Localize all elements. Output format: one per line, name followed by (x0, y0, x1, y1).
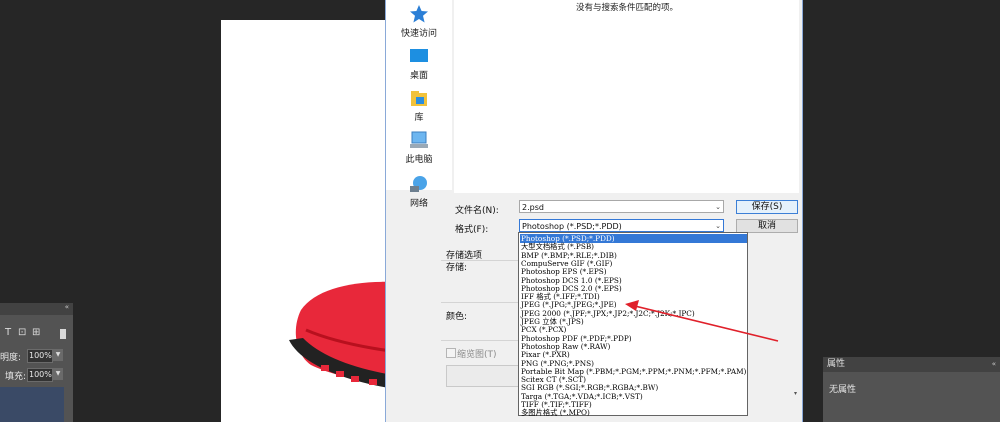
file-list[interactable]: 没有与搜索条件匹配的项。 (454, 0, 799, 193)
place-library[interactable]: 库 (386, 88, 452, 123)
properties-tab-label: 属性 (827, 359, 846, 369)
filename-value: 2.psd (522, 203, 544, 212)
network-icon (410, 176, 427, 192)
library-icon (411, 91, 427, 106)
empty-message: 没有与搜索条件匹配的项。 (576, 3, 679, 13)
color-divider (441, 340, 521, 341)
format-option[interactable]: 多图片格式 (*.MPO) (520, 408, 747, 417)
store-divider (441, 302, 521, 303)
panel-header: « (0, 303, 73, 315)
computer-icon (410, 131, 428, 148)
fill-label: 填充: (5, 372, 27, 382)
scroll-down-icon[interactable]: ▾ (794, 390, 806, 398)
format-label: 格式(F): (455, 225, 489, 235)
place-label: 库 (414, 113, 424, 123)
filter-toggle-icon[interactable] (60, 329, 66, 339)
fill-dropdown-icon[interactable]: ▼ (53, 368, 63, 380)
place-desktop[interactable]: 桌面 (386, 46, 452, 81)
color-label: 颜色: (446, 312, 468, 322)
collapse-icon[interactable]: « (65, 303, 69, 311)
filename-input[interactable]: 2.psd ⌄ (519, 200, 724, 213)
format-select[interactable]: Photoshop (*.PSD;*.PDD) ⌄ (519, 219, 724, 232)
place-this-pc[interactable]: 此电脑 (386, 130, 452, 165)
properties-empty-text: 无属性 (829, 385, 857, 395)
save-button[interactable]: 保存(S) (736, 200, 798, 214)
layer-filter-tools: T ⊡ ⊞ (0, 317, 73, 339)
format-value: Photoshop (*.PSD;*.PDD) (522, 222, 622, 231)
smart-filter-icon[interactable]: ⊞ (32, 327, 40, 338)
star-icon (410, 5, 428, 23)
place-label: 桌面 (409, 71, 428, 81)
place-network[interactable]: 网络 (386, 174, 452, 209)
fill-row: 填充: 100% ▼ (0, 367, 73, 383)
thumbnail-label: 缩览图(T) (457, 350, 497, 360)
place-label: 此电脑 (405, 155, 433, 165)
place-label: 网络 (409, 199, 428, 209)
thumbnail-preview-box (446, 365, 526, 387)
fill-input[interactable]: 100% (27, 368, 53, 382)
opacity-dropdown-icon[interactable]: ▼ (53, 349, 63, 361)
place-label: 快速访问 (400, 29, 437, 39)
layers-panel: « T ⊡ ⊞ 明度: 100% ▼ 填充: 100% ▼ (0, 303, 73, 422)
filename-label: 文件名(N): (455, 206, 499, 216)
layer-row[interactable] (0, 387, 64, 422)
annotation-arrow (625, 300, 779, 342)
store-label: 存储: (446, 263, 468, 273)
shape-filter-icon[interactable]: ⊡ (18, 327, 26, 338)
properties-tab[interactable]: 属性 « (823, 357, 1000, 372)
opacity-row: 明度: 100% ▼ (0, 348, 73, 364)
desktop-icon (410, 49, 428, 62)
type-filter-icon[interactable]: T (5, 327, 11, 338)
chevron-down-icon[interactable]: ⌄ (715, 201, 721, 214)
thumbnail-checkbox[interactable] (446, 348, 456, 358)
properties-panel: 属性 « 无属性 (823, 357, 1000, 422)
place-quick-access[interactable]: 快速访问 (386, 4, 452, 39)
places-bar: 快速访问 桌面 库 此电脑 网络 (386, 0, 452, 209)
cancel-button[interactable]: 取消 (736, 219, 798, 233)
collapse-icon[interactable]: « (992, 357, 996, 372)
opacity-label: 明度: (0, 353, 22, 363)
opacity-input[interactable]: 100% (27, 349, 53, 363)
